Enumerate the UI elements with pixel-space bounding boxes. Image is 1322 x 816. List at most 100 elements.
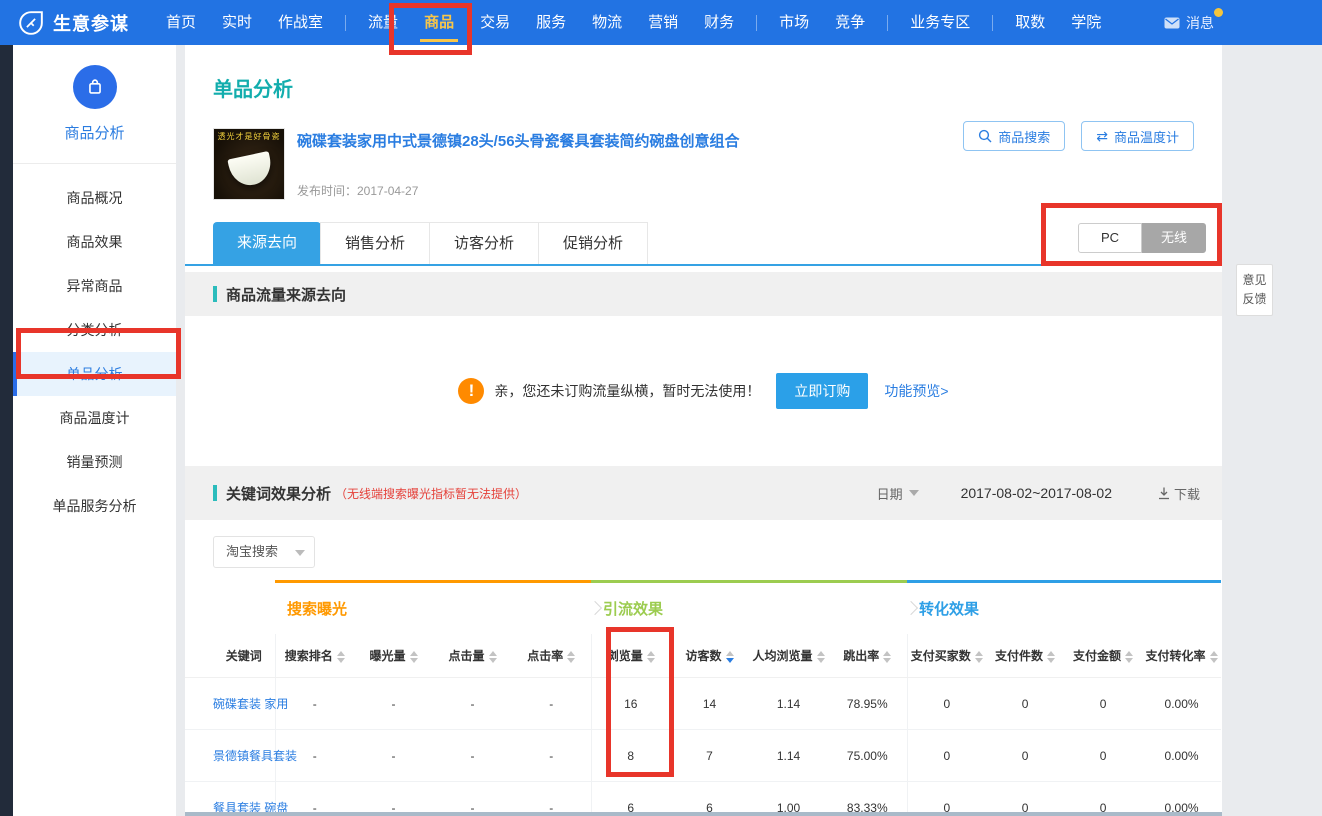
nav-item-business-zone[interactable]: 业务专区 [897, 0, 983, 45]
channel-select[interactable]: 淘宝搜索 [213, 536, 315, 568]
nav-item-marketing[interactable]: 营销 [635, 0, 691, 45]
tab-sales-analysis[interactable]: 销售分析 [320, 222, 430, 264]
date-range: 2017-08-02~2017-08-02 [961, 485, 1112, 501]
sort-icon [1210, 651, 1218, 663]
cell: - [354, 782, 433, 816]
col-exposure[interactable]: 曝光量 [354, 634, 433, 678]
table-row: 景德镇餐具套装 - - - - 8 7 1.14 75.00% 0 0 0 0.… [185, 730, 1221, 782]
nav-item-traffic[interactable]: 流量 [355, 0, 411, 45]
keyword-effect-table: 搜索曝光 引流效果 转化效果 关键词 搜索排名 曝光量 点击量 点击率 浏览量 … [185, 580, 1221, 816]
nav-item-logistics[interactable]: 物流 [579, 0, 635, 45]
sidebar-module-header: 商品分析 [13, 45, 176, 164]
col-pay-amount[interactable]: 支付金额 [1064, 634, 1142, 678]
cell: 1.14 [749, 678, 828, 730]
main-content: 单品分析 透光才是好骨瓷 碗碟套装家用中式景德镇28头/56头骨瓷餐具套装简约碗… [185, 45, 1222, 816]
col-visitors[interactable]: 访客数 [670, 634, 749, 678]
cell: 1.14 [749, 730, 828, 782]
table-header-row: 关键词 搜索排名 曝光量 点击量 点击率 浏览量 访客数 人均浏览量 跳出率 支… [185, 634, 1221, 678]
col-bounce-rate[interactable]: 跳出率 [828, 634, 907, 678]
brand-name: 生意参谋 [53, 10, 129, 36]
col-pay-conversion[interactable]: 支付转化率 [1142, 634, 1221, 678]
sidebar-item-single-item-service[interactable]: 单品服务分析 [13, 484, 176, 528]
sidebar-item-sales-forecast[interactable]: 销量预测 [13, 440, 176, 484]
cell: - [433, 730, 512, 782]
cell: 78.95% [828, 678, 907, 730]
cell: 7 [670, 730, 749, 782]
cell: - [354, 678, 433, 730]
feedback-button[interactable]: 意见 反馈 [1236, 264, 1273, 316]
subscription-notice: ! 亲，您还未订购流量纵横，暂时无法使用！ 立即订购 功能预览> [185, 316, 1222, 466]
envelope-icon [1164, 17, 1180, 29]
teal-accent-bar [213, 286, 217, 302]
sidebar-item-single-item-analysis[interactable]: 单品分析 [13, 352, 176, 396]
download-button[interactable]: 下载 [1158, 484, 1200, 503]
date-dropdown[interactable]: 日期 [877, 484, 919, 503]
col-ctr[interactable]: 点击率 [512, 634, 591, 678]
nav-item-realtime[interactable]: 实时 [209, 0, 265, 45]
sidebar-menu: 商品概况 商品效果 异常商品 分类分析 单品分析 商品温度计 销量预测 单品服务… [13, 164, 176, 528]
tab-visitor-analysis[interactable]: 访客分析 [429, 222, 539, 264]
nav-item-trade[interactable]: 交易 [467, 0, 523, 45]
sort-icon [647, 651, 655, 663]
sidebar-item-goods-effect[interactable]: 商品效果 [13, 220, 176, 264]
sidebar-item-abnormal-goods[interactable]: 异常商品 [13, 264, 176, 308]
keyword-section-note: （无线端搜索曝光指标暂无法提供） [335, 485, 527, 502]
col-pageviews[interactable]: 浏览量 [591, 634, 670, 678]
nav-item-data-fetch[interactable]: 取数 [1002, 0, 1058, 45]
analysis-tabs: 来源去向 销售分析 访客分析 促销分析 [185, 222, 1222, 264]
flow-section-title: 商品流量来源去向 [226, 284, 346, 305]
brand[interactable]: 生意参谋 [18, 10, 129, 36]
nav-item-home[interactable]: 首页 [153, 0, 209, 45]
cell: 0 [907, 730, 986, 782]
goods-thermometer-button[interactable]: ⇄ 商品温度计 [1081, 121, 1194, 151]
keyword-link[interactable]: 景德镇餐具套装 [185, 730, 275, 782]
col-pay-items[interactable]: 支付件数 [986, 634, 1064, 678]
page-title: 单品分析 [213, 73, 1222, 102]
nav-item-war-room[interactable]: 作战室 [265, 0, 336, 45]
keyword-link[interactable]: 碗碟套装 家用 [185, 678, 275, 730]
sort-icon [567, 651, 575, 663]
keyword-link[interactable]: 餐具套装 碗盘 [185, 782, 275, 816]
sidebar-item-goods-thermometer[interactable]: 商品温度计 [13, 396, 176, 440]
tab-source-destination[interactable]: 来源去向 [213, 222, 321, 264]
download-label: 下载 [1174, 484, 1200, 503]
nav-divider [756, 15, 757, 31]
nav-divider [992, 15, 993, 31]
sidebar-item-category-analysis[interactable]: 分类分析 [13, 308, 176, 352]
nav-item-finance[interactable]: 财务 [691, 0, 747, 45]
goods-search-button[interactable]: 商品搜索 [963, 121, 1065, 151]
cell: 83.33% [828, 782, 907, 816]
group-conversion-effect: 转化效果 [907, 582, 1221, 634]
keyword-section-title: 关键词效果分析 [226, 483, 331, 504]
sort-icon [489, 651, 497, 663]
sidebar-item-goods-overview[interactable]: 商品概况 [13, 176, 176, 220]
message-entry[interactable]: 消息 [1164, 13, 1214, 33]
sort-icon [1047, 651, 1055, 663]
teal-accent-bar [213, 485, 217, 501]
warning-icon: ! [458, 378, 484, 404]
tab-promotion-analysis[interactable]: 促销分析 [538, 222, 648, 264]
cell: 0 [1064, 730, 1142, 782]
cell-pageviews: 6 [591, 782, 670, 816]
cell: 0 [907, 782, 986, 816]
goods-search-label: 商品搜索 [998, 127, 1050, 146]
group-spacer [185, 582, 275, 634]
nav-item-service[interactable]: 服务 [523, 0, 579, 45]
cell: - [433, 782, 512, 816]
toggle-pc-button[interactable]: PC [1078, 223, 1142, 253]
col-clicks[interactable]: 点击量 [433, 634, 512, 678]
col-avg-pageviews[interactable]: 人均浏览量 [749, 634, 828, 678]
nav-item-competition[interactable]: 竞争 [822, 0, 878, 45]
feature-preview-link[interactable]: 功能预览> [884, 381, 948, 401]
nav-item-academy[interactable]: 学院 [1058, 0, 1114, 45]
sort-icon [883, 651, 891, 663]
app-root: 生意参谋 首页 实时 作战室 流量 商品 交易 服务 物流 营销 财务 市场 竞… [0, 0, 1322, 816]
nav-item-market[interactable]: 市场 [766, 0, 822, 45]
nav-item-goods[interactable]: 商品 [411, 0, 467, 45]
cell: 75.00% [828, 730, 907, 782]
cell: 0 [1064, 678, 1142, 730]
col-search-rank[interactable]: 搜索排名 [275, 634, 354, 678]
order-now-button[interactable]: 立即订购 [776, 373, 868, 409]
toggle-wireless-button[interactable]: 无线 [1142, 223, 1206, 253]
col-pay-buyers[interactable]: 支付买家数 [907, 634, 986, 678]
